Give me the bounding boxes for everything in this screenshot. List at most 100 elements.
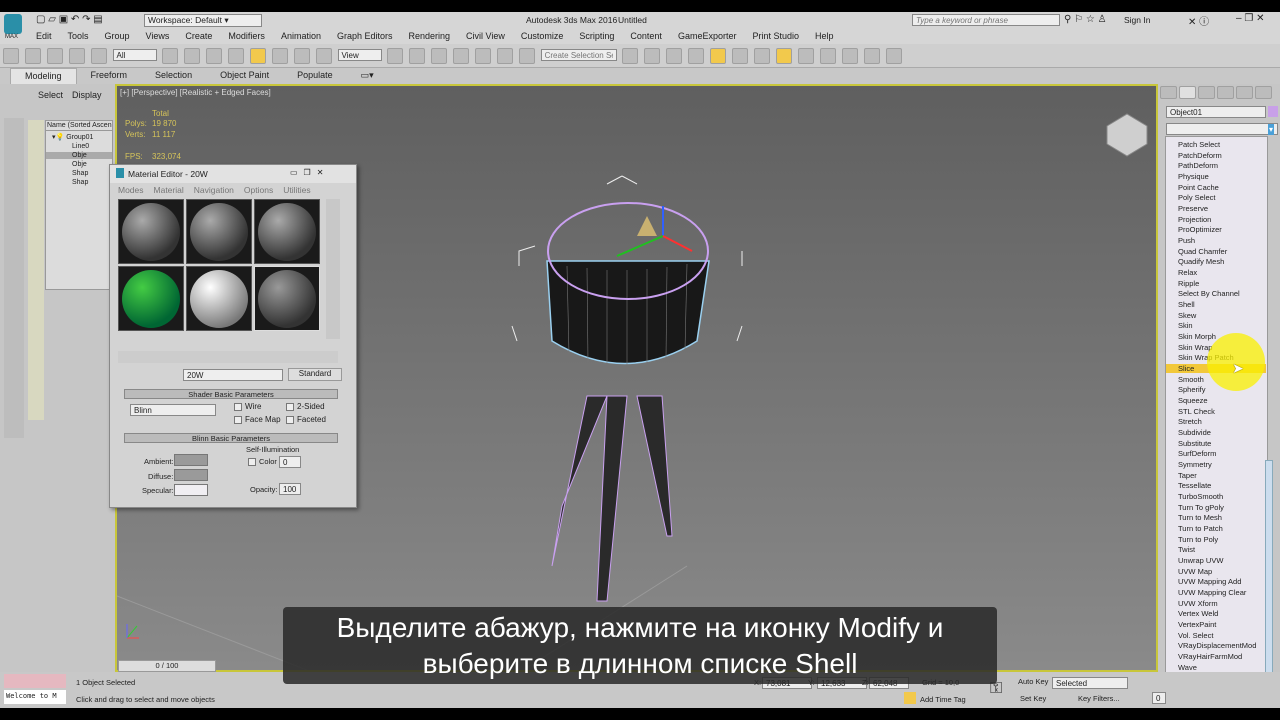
rotate-icon[interactable]	[272, 48, 289, 64]
window-crossing-icon[interactable]	[228, 48, 245, 64]
modifier-list-item[interactable]: Preserve	[1178, 204, 1208, 213]
quick-access-icons[interactable]: ▢ ▱ ▣ ↶ ↷ ▤	[36, 14, 103, 25]
tree-item[interactable]: ▾💡 Group01	[46, 133, 112, 141]
create-tab-icon[interactable]	[1160, 86, 1177, 99]
modifier-list-item[interactable]: Twist	[1178, 545, 1195, 554]
bind-spacewarp-icon[interactable]	[91, 48, 107, 64]
modifier-list-item[interactable]: Patch Select	[1178, 140, 1220, 149]
modifier-list-item[interactable]: Turn To gPoly	[1178, 503, 1224, 512]
scale-icon[interactable]	[294, 48, 311, 64]
modifier-list-item[interactable]: UVW Mapping Add	[1178, 577, 1241, 586]
modifier-list-item[interactable]: Wave	[1178, 663, 1197, 672]
ambient-swatch[interactable]	[174, 454, 208, 466]
menu-help[interactable]: Help	[807, 29, 842, 44]
material-toolbar[interactable]	[118, 351, 338, 363]
diffuse-swatch[interactable]	[174, 469, 208, 481]
app-menu-button[interactable]: MAX	[0, 12, 28, 44]
search-input[interactable]	[912, 14, 1060, 26]
shader-rollout-header[interactable]: Shader Basic Parameters	[124, 389, 338, 399]
modifier-list-item[interactable]: Stretch	[1178, 417, 1202, 426]
menu-edit[interactable]: Edit	[28, 29, 60, 44]
redo-icon[interactable]	[25, 48, 41, 64]
self-illum-spinner[interactable]: 0	[279, 456, 301, 468]
menu-modifiers[interactable]: Modifiers	[220, 29, 273, 44]
tab-selection[interactable]: Selection	[141, 68, 206, 84]
modifier-list-item[interactable]: Skin	[1178, 321, 1193, 330]
time-slider[interactable]: 0 / 100	[118, 660, 216, 672]
key-filters-button[interactable]: Key Filters...	[1078, 694, 1120, 703]
menu-gameexporter[interactable]: GameExporter	[670, 29, 745, 44]
material-editor-window[interactable]: Material Editor - 20W ▭❐✕ Modes Material N…	[109, 164, 357, 508]
modifier-list-item[interactable]: Symmetry	[1178, 460, 1212, 469]
key-mode-dropdown[interactable]: Selected	[1052, 677, 1128, 689]
utilities-tab-icon[interactable]	[1255, 86, 1272, 99]
rendered-frame-icon[interactable]	[820, 48, 837, 64]
modifier-list-item[interactable]: Ripple	[1178, 279, 1199, 288]
tab-freeform[interactable]: Freeform	[77, 68, 142, 84]
modifier-list-item[interactable]: Select By Channel	[1178, 289, 1240, 298]
menu-graph-editors[interactable]: Graph Editors	[329, 29, 401, 44]
render-production-icon[interactable]	[842, 48, 859, 64]
material-type-button[interactable]: Standard	[288, 368, 342, 381]
sample-side-toolbar[interactable]	[326, 199, 340, 339]
sample-slot-active[interactable]	[254, 266, 320, 331]
menu-print-studio[interactable]: Print Studio	[744, 29, 807, 44]
select-move-icon[interactable]	[250, 48, 267, 64]
selection-region-icon[interactable]	[206, 48, 223, 64]
specular-swatch[interactable]	[174, 484, 208, 496]
modifier-list-item[interactable]: Turn to Poly	[1178, 535, 1218, 544]
material-editor-icon[interactable]	[776, 48, 793, 64]
schematic-view-icon[interactable]	[754, 48, 771, 64]
modifier-list-item[interactable]: Squeeze	[1178, 396, 1208, 405]
menu-material[interactable]: Material	[154, 185, 184, 195]
mirror-icon[interactable]	[622, 48, 639, 64]
maxscript-input[interactable]: Welcome to M	[4, 690, 66, 704]
align-icon[interactable]	[644, 48, 661, 64]
angle-snap-icon[interactable]	[475, 48, 492, 64]
ribbon-options-icon[interactable]: ▭▾	[347, 68, 388, 84]
tree-item[interactable]: Shap	[46, 179, 112, 186]
explorer-tree[interactable]: Name (Sorted Ascen ▾💡 Group01 Line0 Obje…	[45, 120, 113, 290]
menu-rendering[interactable]: Rendering	[401, 29, 459, 44]
modifier-list-item[interactable]: Quadify Mesh	[1178, 257, 1224, 266]
help-icon[interactable]: ✕ ⓘ	[1188, 13, 1209, 28]
snaps-toggle-icon[interactable]	[453, 48, 470, 64]
ribbon-toggle-icon[interactable]	[710, 48, 727, 64]
layer-explorer-icon[interactable]	[666, 48, 683, 64]
face-map-checkbox[interactable]: Face Map	[234, 415, 281, 424]
modifier-list-item[interactable]: Turn to Mesh	[1178, 513, 1222, 522]
wire-checkbox[interactable]: Wire	[234, 402, 261, 411]
tab-modeling[interactable]: Modeling	[10, 68, 77, 84]
search-tools-icons[interactable]: ⚲ ⚐ ☆ ♙	[1064, 14, 1107, 25]
modifier-list-item[interactable]: Quad Chamfer	[1178, 247, 1227, 256]
window-controls[interactable]: ▭❐✕	[290, 168, 329, 177]
render-setup-icon[interactable]	[798, 48, 815, 64]
modifier-list-popup[interactable]: Patch Select PatchDeform PathDeform Physiqu…	[1165, 136, 1268, 696]
tree-item[interactable]: Obje	[46, 161, 112, 168]
modifier-list-item[interactable]: PatchDeform	[1178, 151, 1222, 160]
tree-item[interactable]: Shap	[46, 170, 112, 177]
set-key-button[interactable]: Set Key	[1020, 694, 1046, 703]
modifier-list-item[interactable]: VertexPaint	[1178, 620, 1216, 629]
explorer-filter-toolbar[interactable]	[28, 120, 44, 420]
a360-render-icon[interactable]	[886, 48, 903, 64]
modify-tab-icon[interactable]	[1179, 86, 1196, 99]
material-name-field[interactable]: 20W	[183, 369, 283, 381]
menu-content[interactable]: Content	[622, 29, 670, 44]
tab-object-paint[interactable]: Object Paint	[206, 68, 283, 84]
modifier-list-item[interactable]: Projection	[1178, 215, 1211, 224]
shader-dropdown[interactable]: Blinn	[130, 404, 216, 416]
menu-customize[interactable]: Customize	[513, 29, 572, 44]
modifier-list-item[interactable]: UVW Xform	[1178, 599, 1218, 608]
menu-navigation[interactable]: Navigation	[194, 185, 234, 195]
modifier-list-item[interactable]: Physique	[1178, 172, 1209, 181]
select-object-icon[interactable]	[162, 48, 179, 64]
column-header[interactable]: Name (Sorted Ascen	[46, 121, 112, 131]
auto-key-button[interactable]: Auto Key	[1018, 677, 1048, 686]
undo-icon[interactable]	[3, 48, 19, 64]
modifier-list-item[interactable]: ProOptimizer	[1178, 225, 1222, 234]
sample-slot[interactable]	[118, 266, 184, 331]
material-editor-titlebar[interactable]: Material Editor - 20W ▭❐✕	[110, 165, 356, 183]
unlink-icon[interactable]	[69, 48, 85, 64]
add-time-tag-button[interactable]: Add Time Tag	[920, 695, 966, 704]
